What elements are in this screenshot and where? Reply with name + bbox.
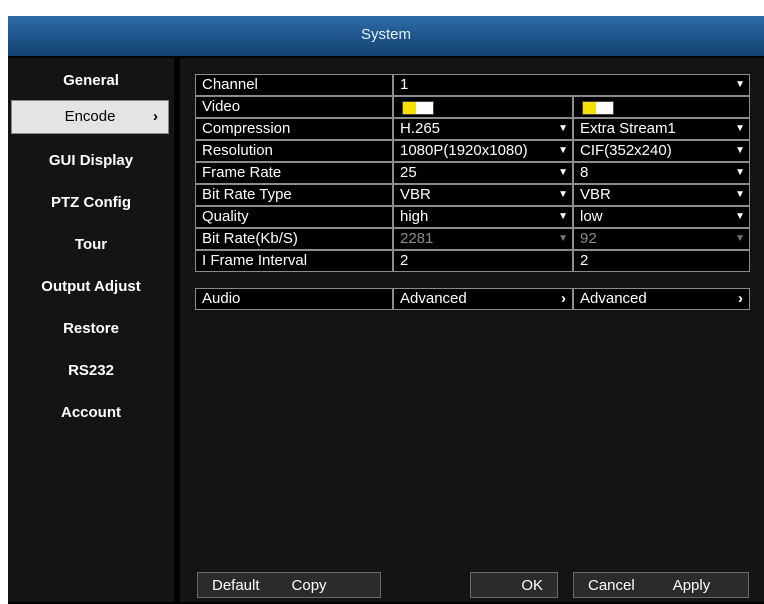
- default-copy-button-group: Default Copy: [197, 572, 381, 598]
- dropdown-arrow-icon: ▼: [558, 167, 568, 178]
- window-title: System: [8, 16, 764, 56]
- dropdown-arrow-icon: ▼: [735, 211, 745, 222]
- main-bit-rate-type-select[interactable]: VBR ▼: [393, 184, 573, 206]
- extra-stream-select[interactable]: Extra Stream1 ▼: [573, 118, 750, 140]
- dropdown-arrow-icon: ▼: [558, 145, 568, 156]
- extra-video-toggle[interactable]: [573, 96, 750, 118]
- extra-audio-advanced-button[interactable]: Advanced ›: [573, 288, 750, 310]
- sidebar-item-label: Account: [61, 404, 121, 421]
- extra-resolution-select[interactable]: CIF(352x240) ▼: [573, 140, 750, 162]
- sidebar-item-restore[interactable]: Restore: [8, 312, 174, 346]
- sidebar-item-account[interactable]: Account: [8, 396, 174, 430]
- video-color-swatch-icon: [402, 101, 434, 115]
- frame-rate-label: Frame Rate: [195, 162, 393, 184]
- extra-quality-select[interactable]: low ▼: [573, 206, 750, 228]
- audio-label: Audio: [195, 288, 393, 310]
- copy-button[interactable]: Copy: [292, 577, 327, 594]
- sidebar-item-label: GUI Display: [48, 152, 134, 169]
- main-bit-rate-select: 2281 ▼: [393, 228, 573, 250]
- extra-frame-rate-select[interactable]: 8 ▼: [573, 162, 750, 184]
- sidebar-item-gui-display[interactable]: GUI Display: [8, 144, 174, 178]
- chevron-right-icon: ›: [561, 290, 566, 307]
- dropdown-arrow-icon: ▼: [735, 79, 745, 90]
- dropdown-arrow-icon: ▼: [735, 145, 745, 156]
- main-resolution-select[interactable]: 1080P(1920x1080) ▼: [393, 140, 573, 162]
- apply-button[interactable]: Apply: [673, 577, 711, 594]
- chevron-right-icon: ›: [738, 290, 743, 307]
- sidebar-item-label: PTZ Config: [51, 194, 131, 211]
- sidebar-item-rs232[interactable]: RS232: [8, 354, 174, 388]
- main-frame-rate-select[interactable]: 25 ▼: [393, 162, 573, 184]
- dropdown-arrow-icon: ▼: [558, 211, 568, 222]
- extra-bit-rate-type-select[interactable]: VBR ▼: [573, 184, 750, 206]
- sidebar-item-label: Output Adjust: [41, 278, 141, 295]
- main-compression-select[interactable]: H.265 ▼: [393, 118, 573, 140]
- dropdown-arrow-icon: ▼: [735, 189, 745, 200]
- sidebar: General Encode › GUI Display PTZ Config T…: [8, 58, 174, 602]
- sidebar-item-ptz-config[interactable]: PTZ Config: [8, 186, 174, 220]
- sidebar-item-label: Restore: [63, 320, 119, 337]
- video-label: Video: [195, 96, 393, 118]
- video-color-swatch-icon: [582, 101, 614, 115]
- dropdown-arrow-icon: ▼: [735, 123, 745, 134]
- i-frame-interval-label: I Frame Interval: [195, 250, 393, 272]
- dropdown-arrow-icon: ▼: [735, 167, 745, 178]
- sidebar-item-tour[interactable]: Tour: [8, 228, 174, 262]
- sidebar-item-output-adjust[interactable]: Output Adjust: [8, 270, 174, 304]
- cancel-button[interactable]: Cancel: [588, 577, 635, 594]
- sidebar-item-encode[interactable]: Encode ›: [11, 100, 169, 134]
- sidebar-item-label: Tour: [74, 236, 108, 253]
- channel-select[interactable]: 1 ▼: [393, 74, 750, 96]
- system-window: System General Encode › GUI Display PTZ C…: [8, 16, 764, 604]
- resolution-label: Resolution: [195, 140, 393, 162]
- channel-label: Channel: [195, 74, 393, 96]
- dropdown-arrow-icon: ▼: [558, 233, 568, 244]
- ok-button[interactable]: OK: [470, 572, 558, 598]
- dropdown-arrow-icon: ▼: [558, 189, 568, 200]
- sidebar-item-label: Encode: [64, 108, 116, 125]
- extra-bit-rate-select: 92 ▼: [573, 228, 750, 250]
- main-quality-select[interactable]: high ▼: [393, 206, 573, 228]
- dropdown-arrow-icon: ▼: [735, 233, 745, 244]
- bit-rate-type-label: Bit Rate Type: [195, 184, 393, 206]
- main-audio-advanced-button[interactable]: Advanced ›: [393, 288, 573, 310]
- bit-rate-label: Bit Rate(Kb/S): [195, 228, 393, 250]
- default-button[interactable]: Default: [212, 577, 260, 594]
- chevron-right-icon: ›: [153, 108, 158, 125]
- cancel-apply-button-group: Cancel Apply: [573, 572, 749, 598]
- quality-label: Quality: [195, 206, 393, 228]
- sidebar-item-label: RS232: [68, 362, 114, 379]
- compression-label: Compression: [195, 118, 393, 140]
- main-video-toggle[interactable]: [393, 96, 573, 118]
- main-i-frame-interval-input[interactable]: 2: [393, 250, 573, 272]
- sidebar-item-general[interactable]: General: [8, 64, 174, 98]
- extra-i-frame-interval-input[interactable]: 2: [573, 250, 750, 272]
- sidebar-item-label: General: [63, 72, 119, 89]
- dropdown-arrow-icon: ▼: [558, 123, 568, 134]
- encode-panel: Channel 1 ▼ Video Compression H.265 ▼ Extr…: [180, 58, 764, 602]
